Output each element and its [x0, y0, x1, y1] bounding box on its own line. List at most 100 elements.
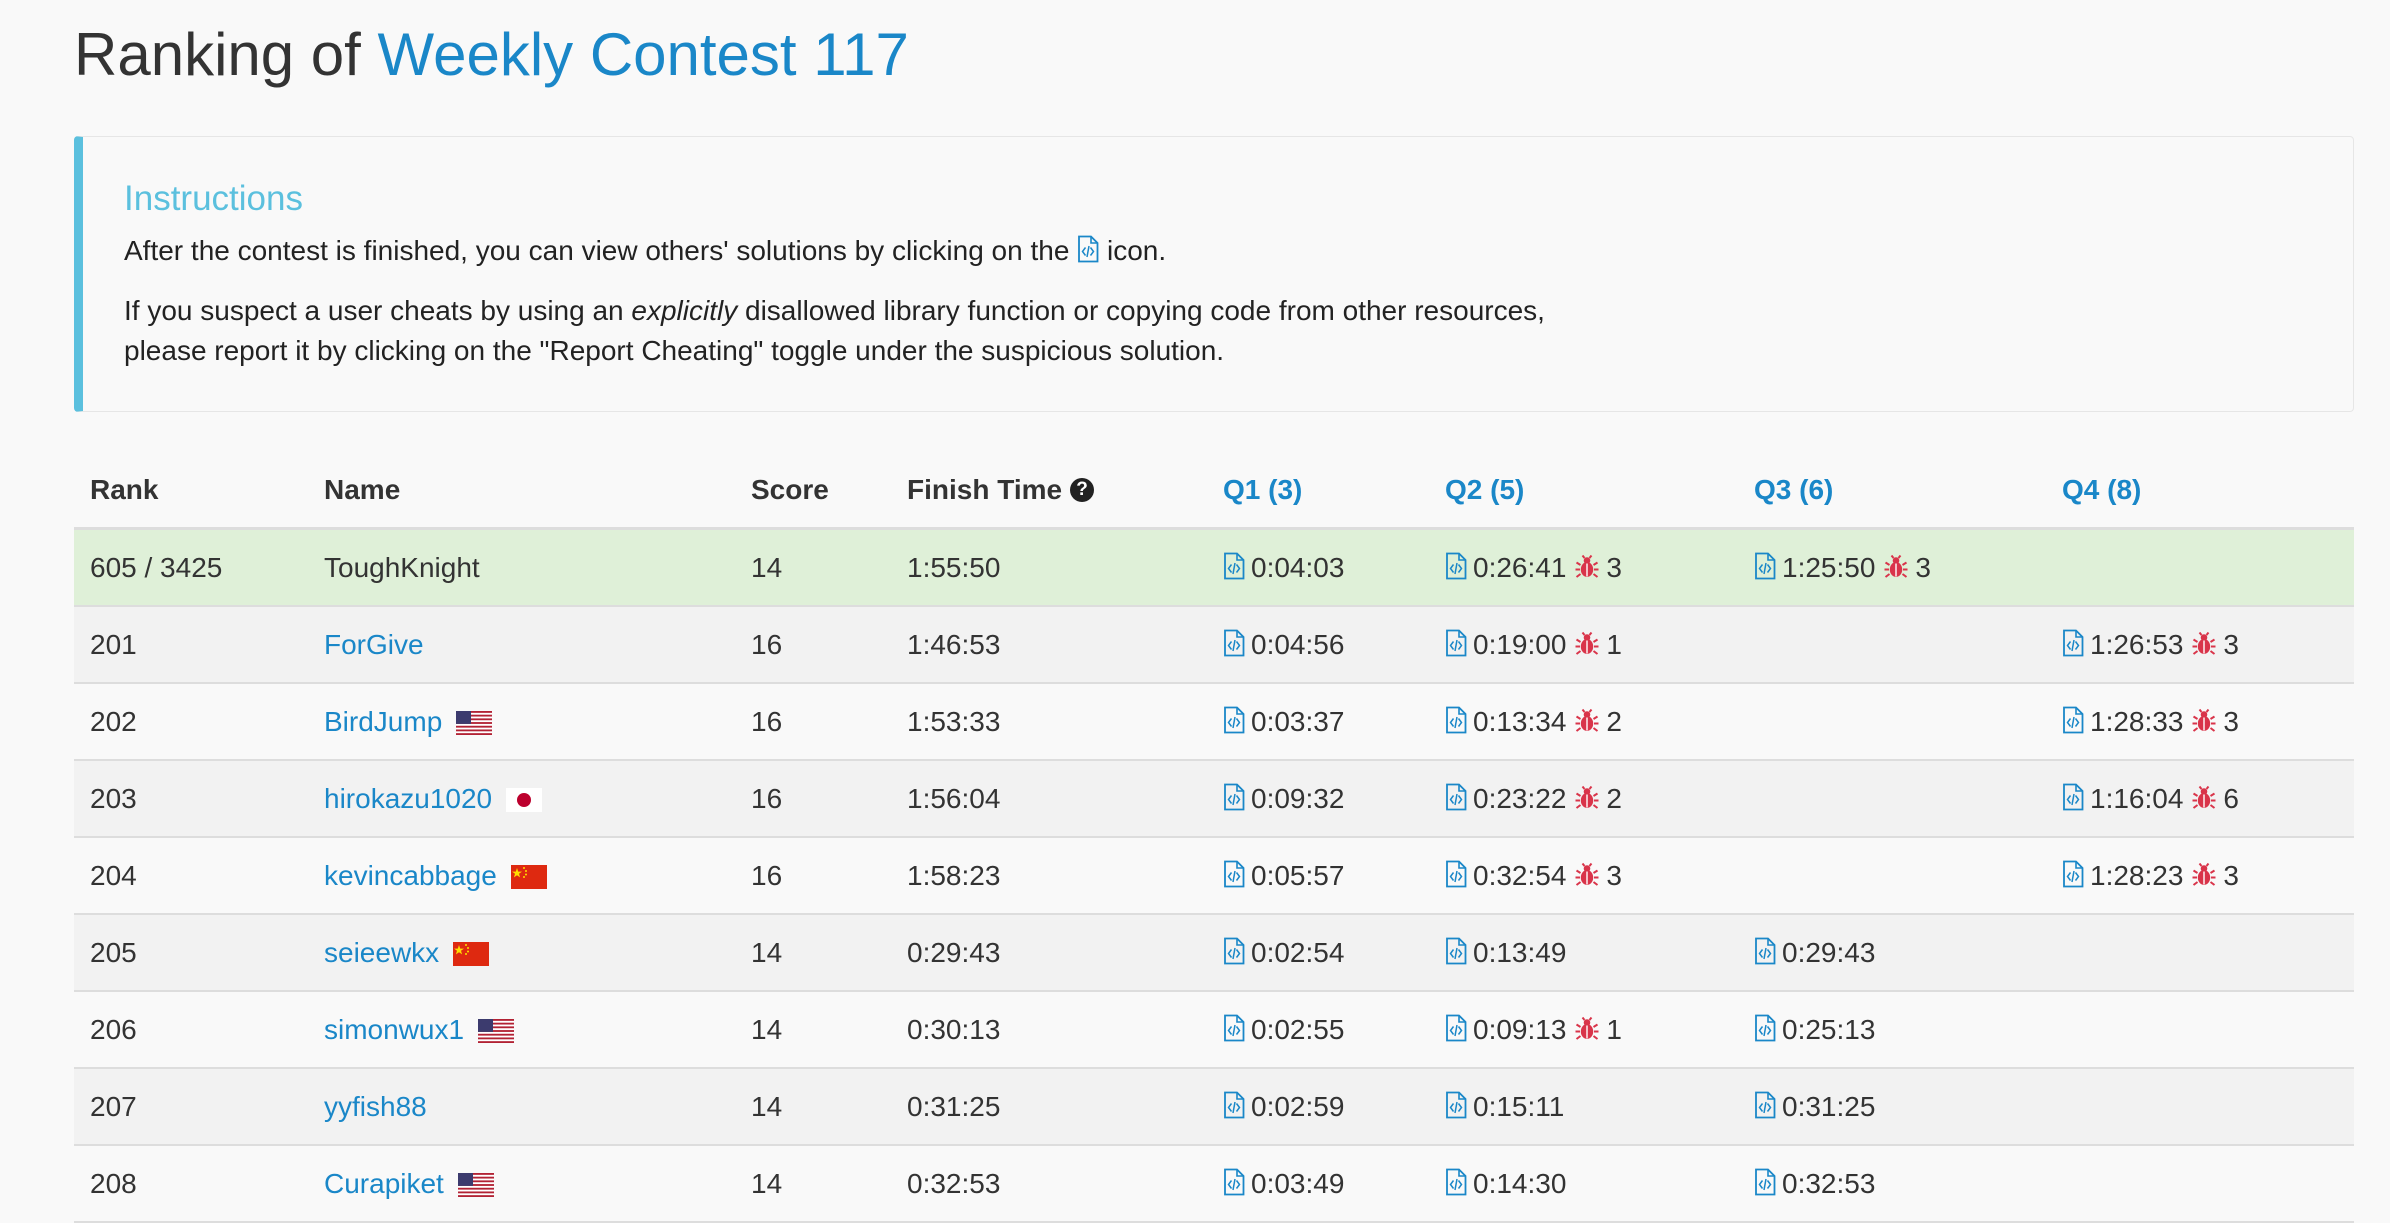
- header-score: Score: [735, 452, 891, 530]
- user-link[interactable]: ForGive: [324, 629, 424, 660]
- code-file-icon: [1077, 235, 1099, 263]
- solve-time: 0:03:49: [1251, 1167, 1345, 1199]
- bug-icon: [1574, 708, 1600, 734]
- code-file-icon[interactable]: [1223, 1091, 1245, 1119]
- q4-cell: 1:16:04 6: [2046, 760, 2354, 838]
- q4-cell: [2046, 1145, 2354, 1223]
- code-file-icon[interactable]: [1754, 552, 1776, 580]
- finish-time-cell: 0:30:13: [891, 991, 1207, 1069]
- q3-cell: [1738, 683, 2046, 761]
- table-row: 207 yyfish88 14 0:31:25 0:02:59 0:15:11 0:31:2…: [74, 1068, 2354, 1146]
- finish-time-cell: 1:46:53: [891, 606, 1207, 684]
- code-file-icon[interactable]: [1223, 937, 1245, 965]
- name-cell: seieewkx: [308, 914, 735, 992]
- user-link[interactable]: BirdJump: [324, 706, 442, 737]
- code-file-icon[interactable]: [2062, 783, 2084, 811]
- user-link[interactable]: Curapiket: [324, 1168, 444, 1199]
- solve-time: 0:02:59: [1251, 1090, 1345, 1122]
- finish-time-cell: 1:55:50: [891, 528, 1207, 607]
- code-file-icon[interactable]: [2062, 706, 2084, 734]
- user-link[interactable]: kevincabbage: [324, 860, 497, 891]
- q2-cell: 0:14:30: [1429, 1145, 1738, 1223]
- instructions-heading: Instructions: [124, 179, 303, 218]
- solve-time: 0:02:54: [1251, 936, 1345, 968]
- header-q2[interactable]: Q2 (5): [1429, 452, 1738, 530]
- table-row: 605 / 3425 ToughKnight 14 1:55:50 0:04:03 0:2…: [74, 528, 2354, 607]
- rank-cell: 205: [74, 914, 308, 992]
- q1-cell: 0:02:59: [1207, 1068, 1429, 1146]
- instructions-text: If you suspect a user cheats by using an: [124, 295, 624, 326]
- code-file-icon[interactable]: [1445, 1168, 1467, 1196]
- finish-time-cell: 0:31:25: [891, 1068, 1207, 1146]
- code-file-icon[interactable]: [1754, 937, 1776, 965]
- code-file-icon[interactable]: [1223, 706, 1245, 734]
- user-link[interactable]: simonwux1: [324, 1014, 464, 1045]
- q2-cell: 0:13:49: [1429, 914, 1738, 992]
- instructions-text: disallowed library function or copying c…: [745, 295, 1545, 326]
- header-name: Name: [308, 452, 735, 530]
- code-file-icon[interactable]: [2062, 860, 2084, 888]
- table-row: 208 Curapiket 14 0:32:53 0:03:49 0:14:30 0:32:…: [74, 1145, 2354, 1223]
- table-row: 204 kevincabbage 16 1:58:23 0:05:57 0:32:54 3 1…: [74, 837, 2354, 915]
- code-file-icon[interactable]: [1445, 552, 1467, 580]
- q2-cell: 0:32:54 3: [1429, 837, 1738, 915]
- solve-time: 1:28:33: [2090, 705, 2184, 737]
- code-file-icon[interactable]: [1445, 1014, 1467, 1042]
- table-row: 202 BirdJump 16 1:53:33 0:03:37 0:13:34 2 1:28:…: [74, 683, 2354, 761]
- q2-cell: 0:19:00 1: [1429, 606, 1738, 684]
- code-file-icon[interactable]: [1223, 1168, 1245, 1196]
- rank-cell: 203: [74, 760, 308, 838]
- header-q3[interactable]: Q3 (6): [1738, 452, 2046, 530]
- solve-time: 0:03:37: [1251, 705, 1345, 737]
- code-file-icon[interactable]: [1445, 860, 1467, 888]
- header-finish-time: Finish Time?: [891, 452, 1207, 530]
- solve-time: 0:09:32: [1251, 782, 1345, 814]
- q1-cell: 0:09:32: [1207, 760, 1429, 838]
- q3-cell: [1738, 837, 2046, 915]
- code-file-icon[interactable]: [1223, 629, 1245, 657]
- instructions-text: After the contest is finished, you can v…: [124, 235, 1070, 266]
- question-circle-icon[interactable]: ?: [1070, 477, 1095, 502]
- wrong-attempts-count: 3: [2223, 628, 2239, 660]
- q4-cell: [2046, 991, 2354, 1069]
- ranking-page: Ranking of Weekly Contest 117 Instructio…: [0, 0, 2390, 1223]
- code-file-icon[interactable]: [1754, 1014, 1776, 1042]
- user-link[interactable]: yyfish88: [324, 1091, 427, 1122]
- code-file-icon[interactable]: [2062, 629, 2084, 657]
- code-file-icon[interactable]: [1445, 706, 1467, 734]
- name-cell: Curapiket: [308, 1145, 735, 1223]
- code-file-icon[interactable]: [1445, 629, 1467, 657]
- page-title: Ranking of Weekly Contest 117: [74, 14, 909, 96]
- solve-time: 0:02:55: [1251, 1013, 1345, 1045]
- code-file-icon[interactable]: [1754, 1091, 1776, 1119]
- user-link[interactable]: seieewkx: [324, 937, 439, 968]
- table-row: 201 ForGive 16 1:46:53 0:04:56 0:19:00 1 1:26:5…: [74, 606, 2354, 684]
- code-file-icon[interactable]: [1445, 783, 1467, 811]
- user-link[interactable]: hirokazu1020: [324, 783, 492, 814]
- q2-cell: 0:09:13 1: [1429, 991, 1738, 1069]
- code-file-icon[interactable]: [1223, 1014, 1245, 1042]
- code-file-icon[interactable]: [1445, 1091, 1467, 1119]
- score-cell: 14: [735, 1145, 891, 1223]
- bug-icon: [1574, 785, 1600, 811]
- solve-time: 1:26:53: [2090, 628, 2184, 660]
- q3-cell: [1738, 606, 2046, 684]
- table-row: 203 hirokazu1020 16 1:56:04 0:09:32 0:23:22 2 1…: [74, 760, 2354, 838]
- score-cell: 16: [735, 606, 891, 684]
- ranking-rows: 605 / 3425 ToughKnight 14 1:55:50 0:04:03 0:2…: [74, 528, 2354, 1223]
- code-file-icon[interactable]: [1445, 937, 1467, 965]
- code-file-icon[interactable]: [1223, 783, 1245, 811]
- name-cell: simonwux1: [308, 991, 735, 1069]
- header-q4[interactable]: Q4 (8): [2046, 452, 2354, 530]
- wrong-attempts-count: 3: [2223, 859, 2239, 891]
- code-file-icon[interactable]: [1223, 860, 1245, 888]
- score-cell: 14: [735, 528, 891, 607]
- solve-time: 0:19:00: [1473, 628, 1567, 660]
- q3-cell: [1738, 760, 2046, 838]
- solve-time: 0:31:25: [1782, 1090, 1876, 1122]
- name-cell: ToughKnight: [308, 528, 735, 607]
- code-file-icon[interactable]: [1223, 552, 1245, 580]
- contest-link[interactable]: Weekly Contest 117: [378, 21, 909, 88]
- header-q1[interactable]: Q1 (3): [1207, 452, 1429, 530]
- code-file-icon[interactable]: [1754, 1168, 1776, 1196]
